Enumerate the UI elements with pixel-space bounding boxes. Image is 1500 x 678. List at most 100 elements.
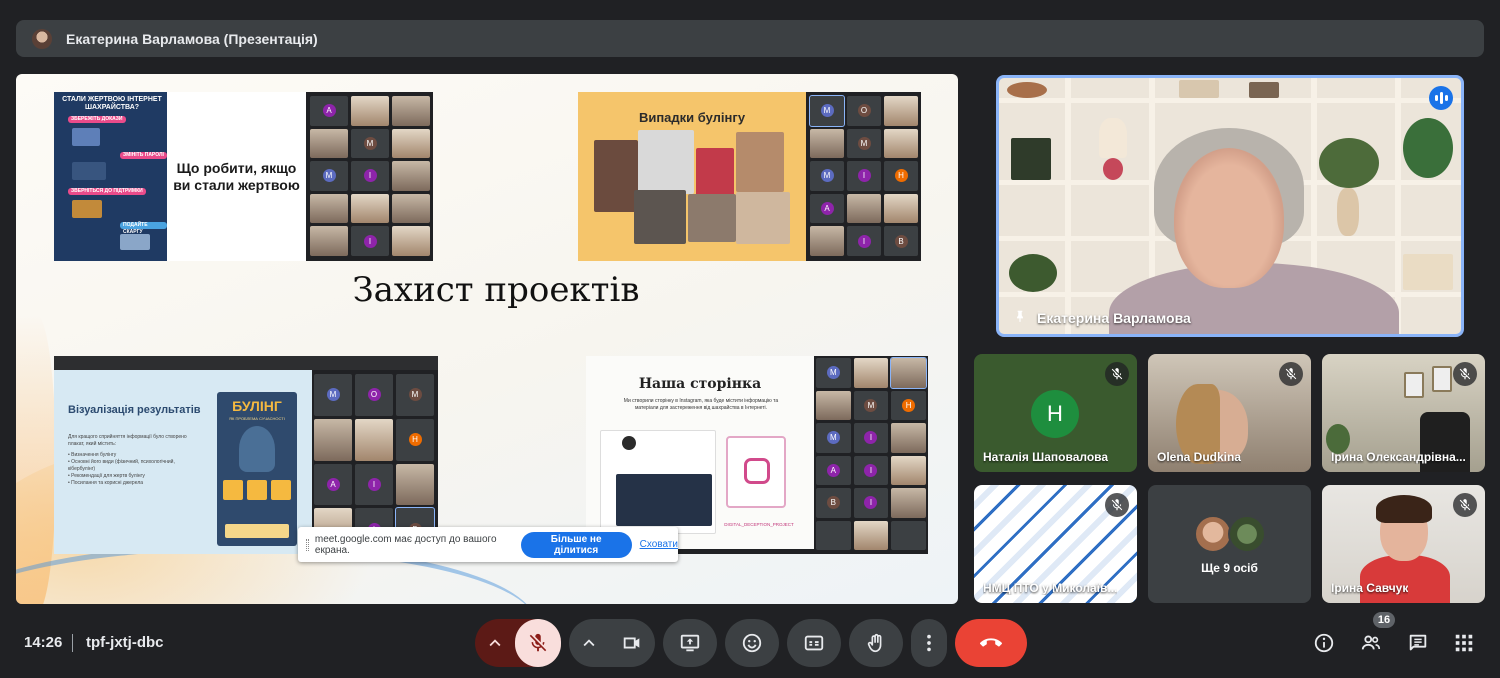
participant-tile[interactable]: НМЦ ПТО у Миколаїв... [974,485,1137,603]
grid-cell: I [351,161,389,191]
poster-title: БУЛІНГ [232,398,282,414]
grid-cell: M [853,390,889,420]
participant-name: Ірина Олександрівна... [1331,450,1466,464]
slide-title: Випадки булінгу [638,110,746,125]
slide-text-panel: Що робити, якщо ви стали жертвою [167,92,306,261]
bullet-item: • Рекомендації для жертв булінгу [68,473,145,479]
speaker-name-label: Екатерина Варламова [1013,309,1191,326]
grid-cell [891,520,926,550]
mic-off-icon [1105,493,1129,517]
activities-button[interactable] [1449,628,1479,658]
plant [1403,118,1453,178]
participant-tile[interactable]: Ірина Олександрівна... [1322,354,1485,472]
info-icon [1314,633,1334,653]
participant-tile[interactable]: Olena Dudkina [1148,354,1311,472]
infographic-image [120,234,150,250]
speaker-face [1174,148,1284,288]
grid-cell [351,96,389,126]
captions-button[interactable] [787,619,841,667]
grid-cell [310,193,348,224]
more-participants-label: Ще 9 осіб [1201,561,1258,575]
slide-screenshot-4: Наша сторінка Ми створили сторінку в Ins… [586,356,928,554]
cell-initial: I [864,431,878,445]
shelf [1395,78,1401,334]
bullet-item: • Посилання та корисні джерела [68,480,144,486]
bullet-text: Визначення булінгу [71,452,117,458]
slide-title: Наша сторінка [638,376,762,392]
more-participants-tile[interactable]: Ще 9 осіб [1148,485,1311,603]
cell-initial: M [820,104,834,118]
more-options-button[interactable] [911,619,947,667]
leave-call-button[interactable] [955,619,1027,667]
slide-screenshot-1: СТАЛИ ЖЕРТВОЮ ІНТЕРНЕТ ШАХРАЙСТВА? ЗБЕРЕ… [54,92,433,261]
cell-initial: I [367,477,381,491]
present-screen-button[interactable] [663,619,717,667]
grid-cell: I [853,488,889,518]
cell-initial: I [864,463,878,477]
speaker-name: Екатерина Варламова [1037,309,1191,326]
share-message: meet.google.com має доступ до вашого екр… [314,533,497,556]
pin-icon[interactable] [1013,309,1027,326]
speaking-indicator-icon [1429,86,1453,110]
video-options-button[interactable] [569,619,609,667]
stop-sharing-button[interactable]: Більше не ділитися [520,531,632,558]
poster-icon [247,480,267,500]
slide-body: Для кращого сприйняття інформації було с… [68,434,200,487]
mic-off-icon [1453,493,1477,517]
microphone-toggle-button[interactable] [515,619,561,667]
participant-avatar [1228,515,1266,553]
window-bar [54,356,438,370]
active-speaker-tile[interactable]: Екатерина Варламова [996,75,1464,337]
participant-tile[interactable]: Ірина Савчук [1322,485,1485,603]
raise-hand-button[interactable] [849,619,903,667]
photo-collage [594,140,638,212]
wall-frame [1432,366,1452,392]
drag-handle[interactable] [306,538,309,551]
audio-options-button[interactable] [475,619,515,667]
meeting-details-button[interactable] [1309,628,1339,658]
slide-intro: Для кращого сприйняття інформації було с… [68,434,187,447]
grid-cell [847,193,881,224]
infographic-step: ЗМІНІТЬ ПАРОЛІ [120,152,167,159]
cell-initial: M [326,388,340,402]
grid-cell [392,96,430,126]
grid-cell [853,358,889,388]
plant [1009,254,1057,292]
camera-toggle-button[interactable] [609,619,655,667]
cell-initial: I [857,234,871,248]
people-button[interactable] [1356,628,1386,658]
cell-initial: M [826,366,840,380]
books [1011,138,1051,180]
hide-notice-link[interactable]: Сховати [640,539,678,550]
shelf-decor [1249,82,1279,98]
grid-cell: H [891,390,926,420]
grid-cell [314,418,352,461]
cell-initial: A [326,477,340,491]
clock: 14:26 [24,634,63,651]
chat-button[interactable] [1403,628,1433,658]
cell-initial: I [363,169,377,183]
infographic-image [72,128,100,146]
shelf-decor [1007,82,1047,98]
captions-icon [804,635,824,651]
qr-code [726,436,786,508]
participant-avatar [1194,515,1232,553]
grid-cell: O [847,96,881,126]
grid-cell: A [314,463,352,506]
slide-screenshot-2: Випадки булінгу M O M M I H A I B [578,92,921,261]
infographic-title: СТАЛИ ЖЕРТВОЮ ІНТЕРНЕТ ШАХРАЙСТВА? [62,96,162,111]
participant-tile[interactable]: Н Наталія Шаповалова [974,354,1137,472]
grid-cell: H [884,161,918,191]
cell-initial: O [367,388,381,402]
reactions-button[interactable] [725,619,779,667]
participant-grid: A M M I I [310,96,430,256]
cell-initial: M [820,169,834,183]
grid-cell [884,128,918,159]
cell-initial: M [363,136,377,150]
cell-initial: M [322,169,336,183]
grid-cell [884,193,918,224]
scam-infographic: СТАЛИ ЖЕРТВОЮ ІНТЕРНЕТ ШАХРАЙСТВА? ЗБЕРЕ… [54,92,167,261]
grid-cell: I [847,161,881,191]
cell-initial: A [322,104,336,118]
poster-subtitle: ЯК ПРОБЛЕМА СУЧАСНОСТІ [229,416,285,421]
